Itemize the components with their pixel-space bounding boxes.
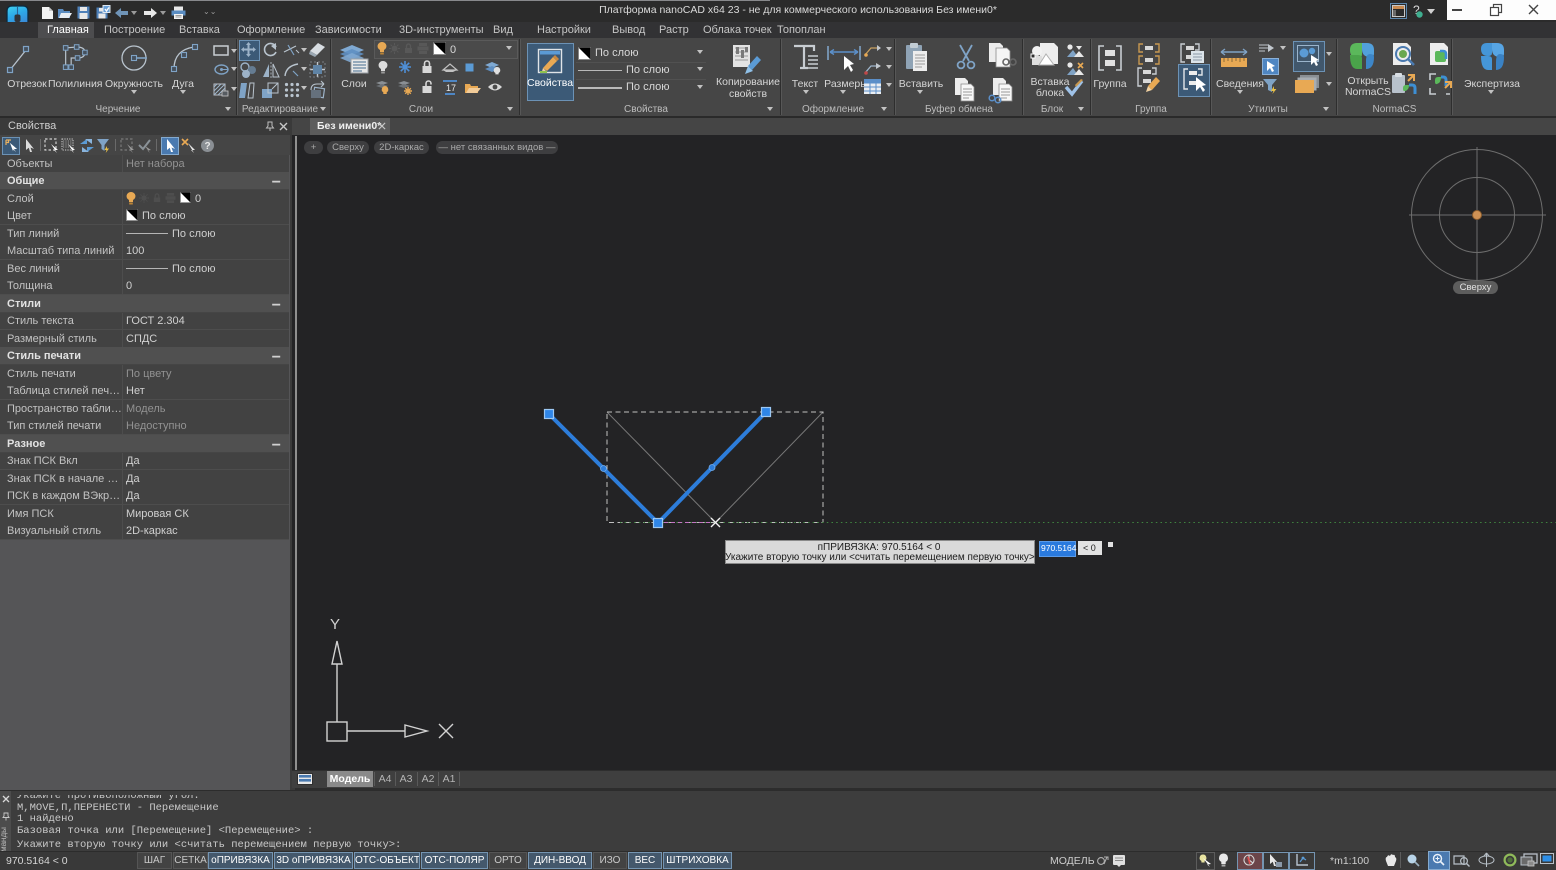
svg-text:Y: Y (330, 616, 340, 633)
svg-text:17: 17 (446, 83, 456, 93)
svg-text:?: ? (205, 141, 211, 152)
